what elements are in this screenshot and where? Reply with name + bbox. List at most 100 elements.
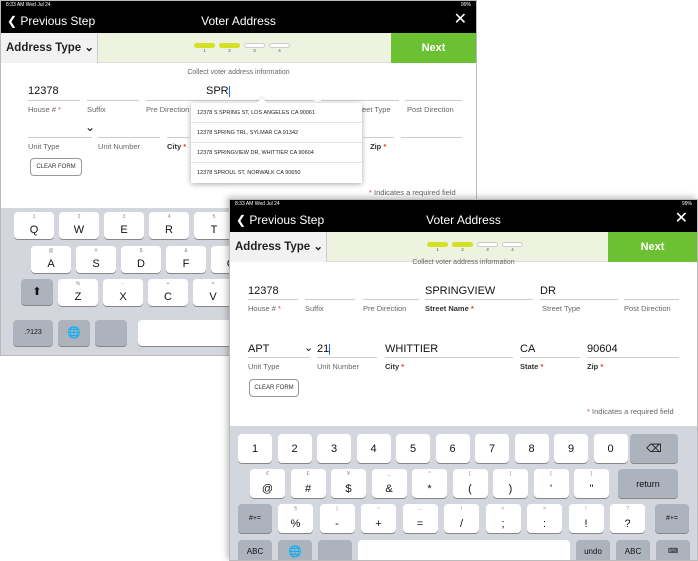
letter-key[interactable]: 4R — [149, 212, 189, 239]
key-label: C — [164, 291, 172, 303]
number-key[interactable]: 7 — [475, 434, 509, 463]
unit-number-label: Unit Number — [317, 362, 360, 371]
letter-key[interactable]: 1Q — [14, 212, 54, 239]
symbol-key[interactable]: ¥ $ — [331, 469, 366, 498]
number-key[interactable]: 1 — [238, 434, 272, 463]
shift-key[interactable]: ⬆ — [21, 279, 53, 305]
globe-key[interactable]: 🌐 — [278, 540, 312, 560]
letter-key[interactable]: 5T — [194, 212, 234, 239]
letter-key[interactable]: # S — [76, 246, 116, 273]
letter-key[interactable]: 2W — [59, 212, 99, 239]
letter-key[interactable]: & F — [166, 246, 206, 273]
address-type-label: Address Type — [235, 241, 311, 253]
symbol-key[interactable]: € @ — [250, 469, 285, 498]
suggestion-item[interactable]: 12378 S SPRING ST, LOS ANGELES CA 90061 — [191, 103, 362, 123]
key-label: * — [427, 483, 432, 495]
number-key[interactable]: 0 — [593, 434, 628, 463]
key-label: Z — [74, 291, 82, 303]
street-type-input[interactable]: DR — [540, 285, 556, 297]
step-indicator: 1 2 3 4 — [427, 242, 523, 252]
symbols-key-left[interactable]: #+= — [238, 504, 272, 533]
number-key[interactable]: 9 — [554, 434, 588, 463]
symbol-key[interactable]: <; — [485, 504, 521, 533]
symbol-key[interactable]: !! — [568, 504, 604, 533]
number-key[interactable]: 2 — [277, 434, 312, 463]
keyboard-dismiss-key[interactable]: ⌨ — [656, 540, 690, 560]
previous-step-button[interactable]: ❮ Previous Step — [7, 13, 95, 29]
battery-indicator: 99% — [460, 2, 471, 8]
symbol-key[interactable]: ^ * — [412, 469, 447, 498]
symbol-key[interactable]: ]) — [493, 469, 528, 498]
letter-key[interactable]: 3E — [104, 212, 144, 239]
suggestion-item[interactable]: 12378 SPRING TRL, SYLMAR CA 91342 — [191, 123, 362, 143]
globe-key[interactable]: 🌐 — [58, 320, 90, 346]
number-key[interactable]: 6 — [435, 434, 470, 463]
symbol-key[interactable]: \ / — [444, 504, 479, 533]
suggestion-item[interactable]: 12378 SPROUL ST, NORWALK CA 90650 — [191, 163, 362, 183]
key-label: ( — [468, 483, 472, 495]
state-label: State * — [520, 362, 544, 371]
house-number-input[interactable]: 12378 — [248, 285, 279, 297]
city-input[interactable]: WHITTIER — [385, 343, 438, 355]
key-secondary-label: < — [501, 506, 505, 512]
abc-key-left[interactable]: ABC — [238, 540, 272, 560]
symbol-key[interactable]: £ # — [290, 469, 326, 498]
symbol-key[interactable]: … = — [402, 504, 438, 533]
house-number-label: House # * — [248, 304, 281, 313]
address-type-dropdown[interactable]: Address Type ⌄ — [1, 33, 98, 63]
divider — [540, 299, 618, 300]
symbol-key[interactable]: | - — [319, 504, 355, 533]
key-secondary-label: + — [166, 281, 170, 287]
shift-icon: ⬆ — [32, 286, 42, 298]
space-key[interactable] — [358, 540, 570, 560]
key-secondary-label: ! — [585, 506, 587, 512]
symbol-key[interactable]: [( — [452, 469, 488, 498]
symbols-key-right[interactable]: #+= — [655, 504, 689, 533]
symbol-key[interactable]: ~ + — [361, 504, 396, 533]
suggestion-item[interactable]: 12378 SPRINGVIEW DR, WHITTIER CA 90604 — [191, 143, 362, 163]
clear-form-button[interactable]: CLEAR FORM — [30, 158, 82, 176]
symbol-key[interactable]: >: — [527, 504, 562, 533]
key-label: A — [47, 258, 55, 270]
next-button[interactable]: Next — [608, 232, 697, 262]
house-number-input[interactable]: 12378 — [28, 85, 59, 97]
letter-key[interactable]: % Z — [58, 279, 98, 306]
number-key[interactable]: 4 — [356, 434, 391, 463]
number-key[interactable]: 8 — [514, 434, 549, 463]
unit-type-dropdown[interactable]: APT ⌄ — [248, 342, 313, 355]
letter-key[interactable]: $ D — [121, 246, 161, 273]
zip-input[interactable]: 90604 — [587, 343, 618, 355]
symbol-key[interactable]: {' — [533, 469, 569, 498]
undo-key[interactable]: undo — [576, 540, 610, 560]
key-label: Q — [29, 224, 39, 236]
symbol-key[interactable]: _ & — [371, 469, 407, 498]
key-label: % — [290, 518, 301, 530]
symbol-key[interactable]: ?? — [610, 504, 645, 533]
state-input[interactable]: CA — [520, 343, 535, 355]
key-label: W — [73, 224, 85, 236]
symbol-key[interactable]: §% — [278, 504, 313, 533]
microphone-key[interactable] — [318, 540, 352, 560]
abc-key-right[interactable]: ABC — [616, 540, 650, 560]
previous-step-button[interactable]: ❮ Previous Step — [236, 212, 324, 228]
number-key[interactable]: 5 — [396, 434, 430, 463]
clear-form-button[interactable]: CLEAR FORM — [249, 379, 299, 397]
next-button[interactable]: Next — [391, 33, 476, 63]
letter-key[interactable]: = V — [193, 279, 233, 306]
letter-key[interactable]: -X — [103, 279, 143, 306]
unit-number-input[interactable]: 21 — [317, 343, 331, 355]
return-key[interactable]: return — [618, 469, 678, 498]
letter-key[interactable]: + C — [148, 279, 188, 306]
symbol-key[interactable]: } " — [574, 469, 609, 498]
numbers-mode-key[interactable]: .?123 — [13, 320, 53, 346]
unit-type-dropdown[interactable]: ⌄ — [85, 120, 95, 134]
close-icon[interactable]: ✕ — [675, 210, 688, 228]
street-name-input[interactable]: SPRINGVIEW — [425, 285, 495, 297]
street-name-input[interactable]: SPR — [206, 85, 230, 97]
microphone-key[interactable] — [95, 320, 127, 346]
close-icon[interactable]: ✕ — [454, 11, 467, 29]
address-type-dropdown[interactable]: Address Type ⌄ — [230, 232, 327, 262]
delete-key[interactable]: ⌫ — [630, 434, 678, 463]
number-key[interactable]: 3 — [317, 434, 351, 463]
letter-key[interactable]: @ A — [31, 246, 71, 273]
